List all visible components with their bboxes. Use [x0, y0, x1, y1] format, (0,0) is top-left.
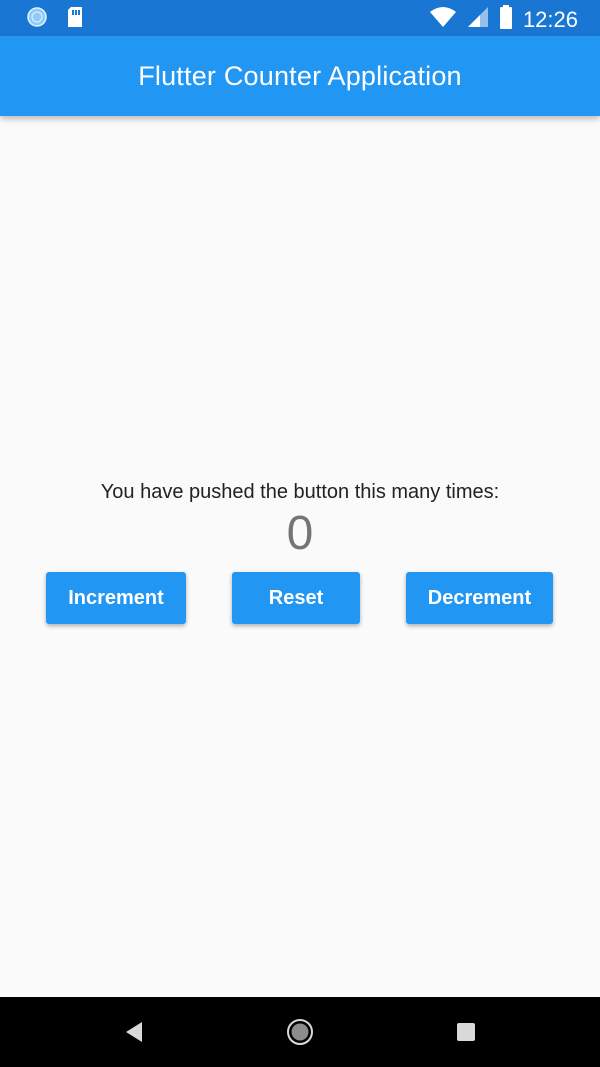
- reset-button[interactable]: Reset: [232, 572, 360, 624]
- clock: 12:26: [522, 6, 578, 32]
- main-content: You have pushed the button this many tim…: [0, 116, 600, 997]
- battery-icon: [499, 4, 513, 35]
- decrement-button[interactable]: Decrement: [406, 572, 553, 624]
- nav-bar: [0, 997, 600, 1067]
- sd-card-icon: [66, 6, 84, 33]
- home-icon[interactable]: [286, 1018, 314, 1051]
- wifi-icon: [429, 5, 457, 34]
- status-right: 12:26: [429, 4, 578, 35]
- app-title: Flutter Counter Application: [138, 60, 462, 91]
- sync-icon: [26, 6, 48, 33]
- app-bar: Flutter Counter Application: [0, 36, 600, 116]
- counter-message: You have pushed the button this many tim…: [100, 481, 500, 503]
- counter-value: 0: [286, 507, 314, 560]
- screen: 12:26 Flutter Counter Application You ha…: [0, 0, 600, 1067]
- status-bar: 12:26: [0, 0, 600, 36]
- recent-apps-icon[interactable]: [456, 1022, 476, 1047]
- increment-button[interactable]: Increment: [46, 572, 186, 624]
- signal-icon: [467, 5, 489, 34]
- status-left: [26, 6, 84, 33]
- back-icon[interactable]: [124, 1021, 144, 1048]
